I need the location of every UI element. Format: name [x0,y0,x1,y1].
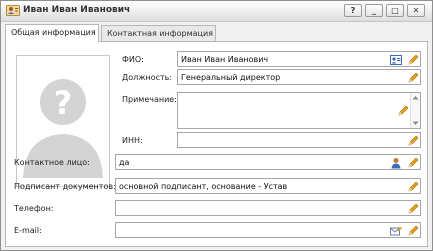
maximize-button[interactable]: □ [386,4,404,17]
contact-value: да [119,158,130,167]
note-label: Примечание: [122,95,177,104]
help-button[interactable]: ? [344,4,362,17]
scroll-down-icon[interactable] [412,121,419,126]
contact-field[interactable]: да [115,154,421,170]
window-title: Иван Иван Иванович [23,5,131,15]
fio-value: Иван Иван Иванович [181,55,269,64]
id-card-icon[interactable] [390,54,402,66]
pencil-icon[interactable] [407,135,419,147]
inn-label: ИНН: [122,136,143,145]
svg-text:?: ? [54,84,73,122]
minimize-button[interactable]: _ [365,4,383,17]
mail-edit-icon[interactable] [390,225,402,237]
pencil-icon[interactable] [407,225,419,237]
contact-window: Иван Иван Иванович ? _ □ ✕ Общая информа… [0,0,433,251]
position-field[interactable]: Генеральный директор [177,69,421,85]
position-value: Генеральный директор [181,73,281,82]
pencil-icon[interactable] [407,72,419,84]
person-card-icon [6,5,20,16]
signer-value: основной подписант, основание - Устав [119,182,288,191]
signer-field[interactable]: основной подписант, основание - Устав [115,178,421,194]
position-label: Должность: [122,73,173,82]
inn-field[interactable] [177,132,421,148]
pencil-icon[interactable] [407,157,419,169]
title-bar[interactable]: Иван Иван Иванович ? _ □ ✕ [1,1,432,22]
note-scrollbar[interactable] [410,93,420,128]
tab-general[interactable]: Общая информация [5,24,99,42]
signer-label: Подписант документов: [14,182,116,191]
pencil-icon[interactable] [407,54,419,66]
email-field[interactable] [115,222,421,238]
fio-field[interactable]: Иван Иван Иванович [177,51,421,67]
general-info-panel: ? ФИО: Иван Иван Иванович Должность: Ген… [5,41,428,247]
pencil-icon[interactable] [407,181,419,193]
person-icon[interactable] [390,157,402,169]
photo-frame[interactable]: ? [16,55,110,187]
tab-contacts[interactable]: Контактная информация [101,25,216,41]
close-button[interactable]: ✕ [407,4,425,17]
contact-label: Контактное лицо: [14,158,90,167]
phone-label: Телефон: [14,204,54,213]
pencil-icon[interactable] [407,203,419,215]
pencil-icon[interactable] [397,105,409,117]
note-field[interactable] [177,92,421,129]
email-label: E-mail: [14,226,42,235]
fio-label: ФИО: [122,55,144,64]
phone-field[interactable] [115,200,421,216]
scroll-up-icon[interactable] [412,95,419,100]
